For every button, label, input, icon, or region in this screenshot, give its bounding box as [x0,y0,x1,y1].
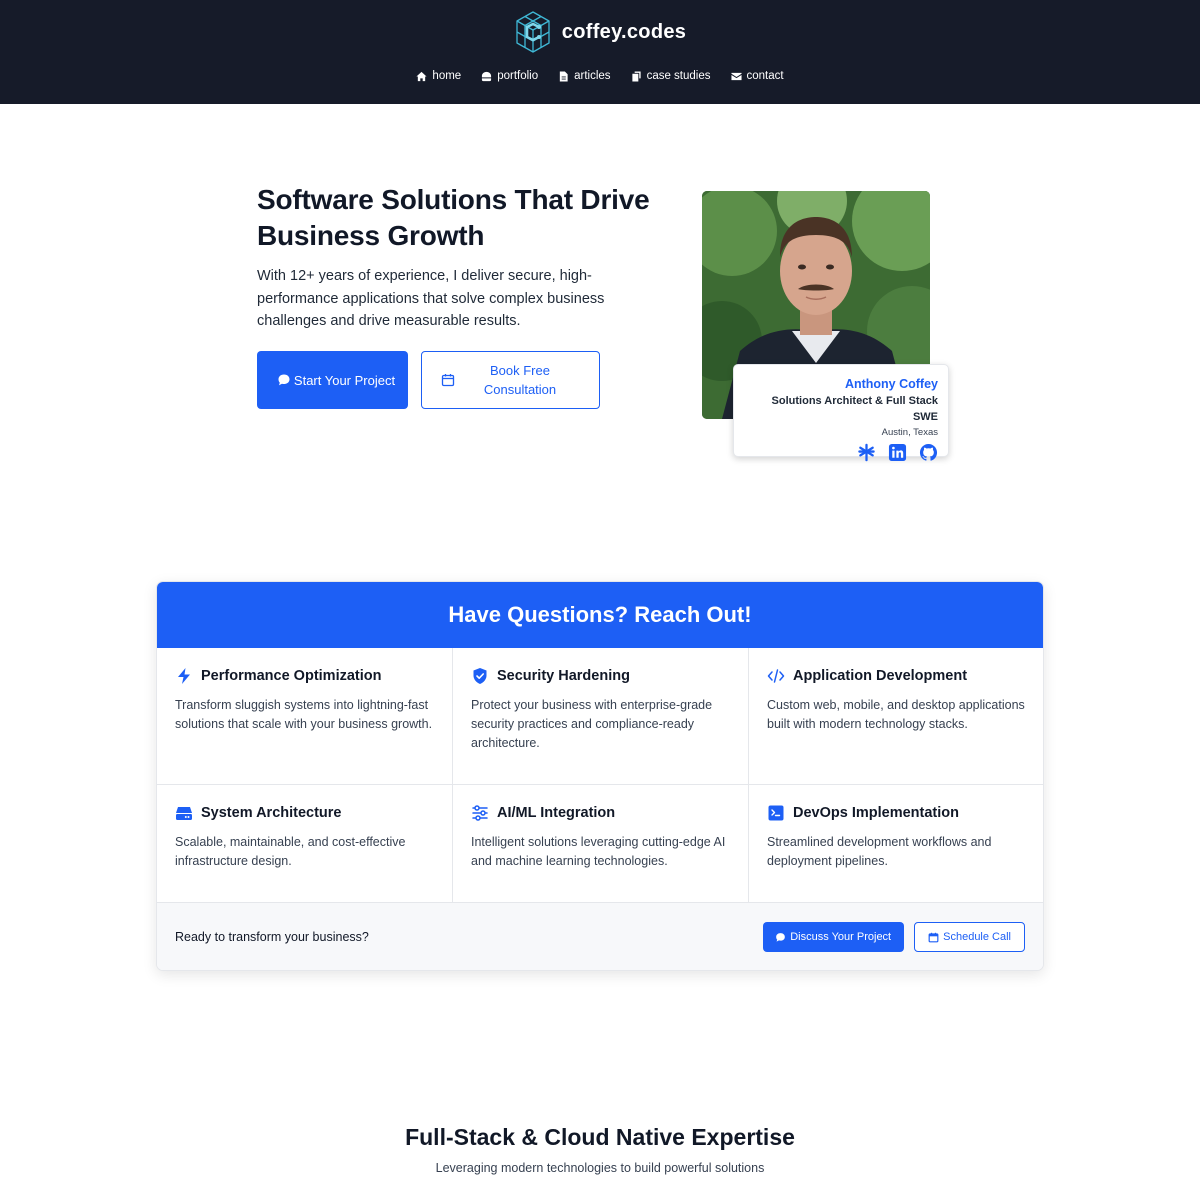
service-devops-implementation: DevOps Implementation Streamlined develo… [749,785,1043,903]
shield-icon [473,668,487,684]
envelope-icon [730,72,742,80]
linktree-icon [858,443,875,462]
social-links [744,443,938,462]
home-icon [416,71,427,81]
service-description: Protect your business with enterprise-gr… [471,698,713,750]
chat-bubble-icon [776,932,786,942]
service-description: Scalable, maintainable, and cost-effecti… [175,835,406,868]
start-project-button[interactable]: Start Your Project [257,351,408,409]
linkedin-icon [888,443,907,462]
calendar-icon [441,374,455,387]
hero-subtitle: With 12+ years of experience, I deliver … [257,268,605,329]
brand-logo-icon [516,11,550,53]
chat-bubble-icon [278,374,290,386]
portfolio-icon [482,71,492,81]
schedule-call-button[interactable]: Schedule Call [914,922,1025,952]
book-consultation-button[interactable]: Book Free Consultation [421,351,600,409]
service-security-hardening: Security Hardening Protect your business… [453,648,749,785]
service-description: Transform sluggish systems into lightnin… [175,698,433,731]
services-footer: Ready to transform your business? Discus… [157,903,1043,970]
nav-item-contact[interactable]: contact [730,70,784,82]
linktree-link[interactable] [857,443,876,462]
service-performance-optimization: Performance Optimization Transform slugg… [157,648,453,785]
service-title: Application Development [793,668,968,684]
lightning-icon [178,668,190,684]
sliders-icon [472,805,488,821]
server-icon [176,807,192,820]
nav-item-case-studies[interactable]: case studies [631,70,711,82]
discuss-project-label: Discuss Your Project [790,931,892,943]
service-description: Streamlined development workflows and de… [767,835,992,868]
service-ai-ml-integration: AI/ML Integration Intelligent solutions … [453,785,749,903]
services-card: Have Questions? Reach Out! Performance O… [156,581,1044,971]
main-nav: home portfolio articles case studies con… [0,70,1200,82]
brand-name: coffey.codes [561,20,687,43]
footer-prompt: Ready to transform your business? [175,930,369,944]
expertise-title: Full-Stack & Cloud Native Expertise [405,1124,795,1150]
service-title: Performance Optimization [201,668,382,684]
brand[interactable]: coffey.codes [0,10,1200,54]
nav-item-articles[interactable]: articles [558,70,611,82]
calendar-icon [928,932,939,942]
expertise-subtitle: Leveraging modern technologies to build … [435,1161,765,1175]
service-title: System Architecture [201,805,342,821]
nav-item-label: contact [746,70,784,82]
profile-location: Austin, Texas [881,427,938,438]
start-project-label: Start Your Project [293,372,396,388]
discuss-project-button[interactable]: Discuss Your Project [763,922,905,952]
nav-item-portfolio[interactable]: portfolio [481,70,538,82]
nav-item-label: articles [574,70,611,82]
profile-card: Anthony Coffey Solutions Architect & Ful… [733,364,949,462]
hero-title: Software Solutions That Drive Business G… [257,184,650,251]
service-description: Intelligent solutions leveraging cutting… [471,835,726,868]
nav-item-label: portfolio [497,70,539,82]
book-consultation-label: Book Free Consultation [483,363,557,397]
profile-name: Anthony Coffey [844,377,938,391]
service-description: Custom web, mobile, and desktop applicat… [767,698,1025,731]
service-application-development: Application Development Custom web, mobi… [749,648,1043,785]
code-icon [767,669,785,683]
nav-item-home[interactable]: home [416,70,461,82]
articles-icon [559,70,568,82]
schedule-call-label: Schedule Call [943,931,1011,943]
services-grid: Performance Optimization Transform slugg… [157,648,1043,903]
linkedin-link[interactable] [888,443,907,462]
service-title: AI/ML Integration [497,805,616,821]
service-title: Security Hardening [497,668,630,684]
nav-item-label: case studies [646,70,711,82]
services-title: Have Questions? Reach Out! [448,602,752,627]
case-studies-icon [631,70,641,82]
profile-role: Solutions Architect & Full Stack SWE [771,395,938,423]
service-title: DevOps Implementation [793,805,959,821]
github-link[interactable] [919,443,938,462]
service-system-architecture: System Architecture Scalable, maintainab… [157,785,453,903]
github-icon [919,443,938,461]
nav-item-label: home [432,70,462,82]
site-header: coffey.codes home portfolio articles cas… [0,0,1200,104]
terminal-icon [768,805,784,821]
services-header: Have Questions? Reach Out! [157,582,1043,648]
